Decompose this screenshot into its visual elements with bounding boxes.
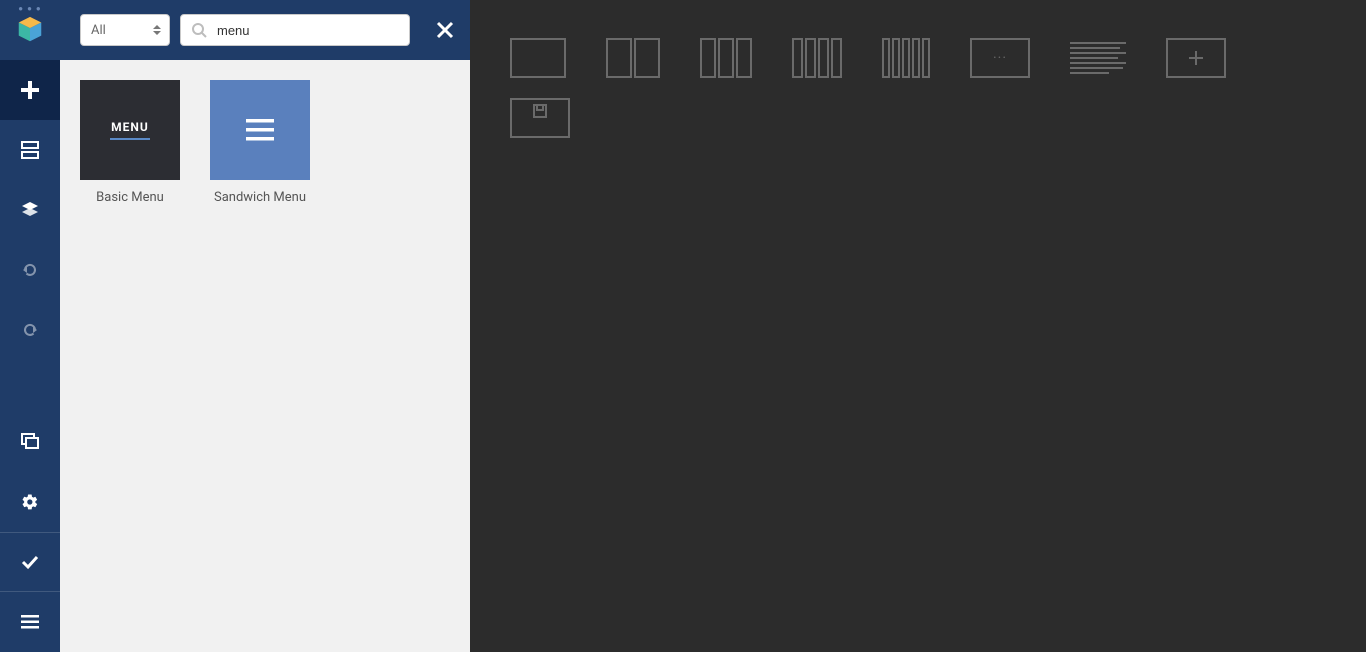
- search-icon: [191, 22, 207, 38]
- text-lines-icon: [1070, 38, 1126, 78]
- layout-options-row-1: ···: [510, 38, 1326, 78]
- sidebar-layers[interactable]: [0, 180, 60, 240]
- element-label: Sandwich Menu: [214, 190, 306, 205]
- dots-icon: ···: [970, 38, 1030, 78]
- logo-cube-icon: [15, 15, 45, 45]
- element-label: Basic Menu: [96, 190, 164, 205]
- sidebar-done[interactable]: [0, 532, 60, 592]
- layout-1col[interactable]: [510, 38, 566, 78]
- sidebar-menu[interactable]: [0, 592, 60, 652]
- cols1-icon: [510, 38, 566, 78]
- gear-icon: [21, 493, 39, 511]
- cols3-icon: [700, 38, 752, 78]
- element-sandwich-menu[interactable]: Sandwich Menu: [210, 80, 310, 205]
- sidebar-undo[interactable]: [0, 240, 60, 300]
- element-basic-menu[interactable]: MENU Basic Menu: [80, 80, 180, 205]
- app-logo: ● ● ●: [0, 0, 60, 60]
- layout-template[interactable]: [510, 98, 570, 138]
- logo-dots-icon: ● ● ●: [18, 4, 41, 13]
- category-select[interactable]: All: [80, 14, 170, 46]
- template-block-icon: [510, 98, 570, 138]
- elements-panel: All MENU Basic Menu: [60, 0, 470, 652]
- category-select-label: All: [91, 23, 106, 38]
- layout-add[interactable]: [1166, 38, 1226, 78]
- layout-5col[interactable]: [882, 38, 930, 78]
- layout-4col[interactable]: [792, 38, 842, 78]
- sidebar-tree[interactable]: [0, 412, 60, 472]
- cols2-icon: [606, 38, 660, 78]
- row-icon: [21, 141, 39, 159]
- redo-icon: [21, 321, 39, 339]
- sidebar-row[interactable]: [0, 120, 60, 180]
- hamburger-icon: [21, 615, 39, 629]
- sandwich-menu-icon: [246, 119, 274, 141]
- close-panel-button[interactable]: [420, 0, 470, 60]
- search-input[interactable]: [217, 23, 399, 38]
- basic-menu-underline-icon: [110, 138, 150, 140]
- panel-header: All: [60, 0, 470, 60]
- basic-menu-thumb: MENU: [80, 80, 180, 180]
- layout-options-row-2: [510, 98, 1326, 138]
- plus-icon: [20, 80, 40, 100]
- elements-grid: MENU Basic Menu Sandwich Menu: [60, 60, 470, 225]
- check-icon: [21, 553, 39, 571]
- plus-block-icon: [1166, 38, 1226, 78]
- cols4-icon: [792, 38, 842, 78]
- layout-3col[interactable]: [700, 38, 752, 78]
- layout-2col[interactable]: [606, 38, 660, 78]
- main-sidebar: ● ● ●: [0, 0, 60, 652]
- sidebar-redo[interactable]: [0, 300, 60, 360]
- undo-icon: [21, 261, 39, 279]
- close-icon: [436, 21, 454, 39]
- layout-more[interactable]: ···: [970, 38, 1030, 78]
- sidebar-add[interactable]: [0, 60, 60, 120]
- sandwich-menu-thumb: [210, 80, 310, 180]
- cols5-icon: [882, 38, 930, 78]
- sidebar-settings[interactable]: [0, 472, 60, 532]
- basic-menu-thumb-text: MENU: [111, 120, 149, 134]
- layout-text[interactable]: [1070, 38, 1126, 78]
- search-field-wrap: [180, 14, 410, 46]
- select-caret-icon: [153, 25, 161, 35]
- layers-icon: [21, 201, 39, 219]
- tree-icon: [21, 433, 39, 451]
- canvas-area: ···: [470, 0, 1366, 652]
